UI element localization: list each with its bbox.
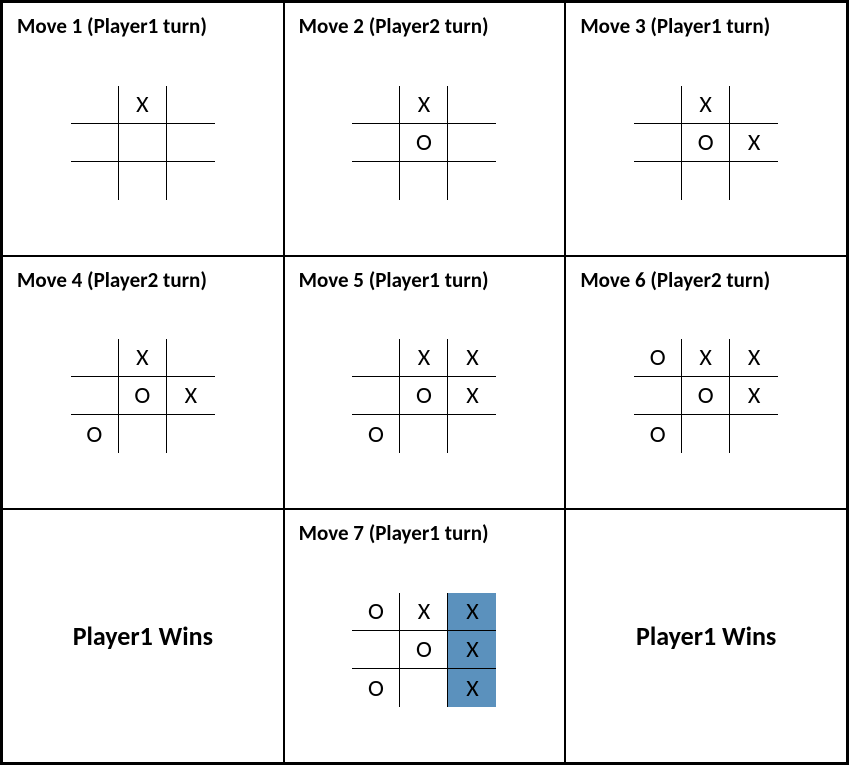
ttt-board: X X O X O — [352, 339, 496, 453]
board-wrap: X O X O — [17, 305, 269, 499]
cell-2-0: O — [352, 415, 400, 453]
cell-1-1: O — [400, 377, 448, 415]
ttt-board: O X X O X O X — [352, 593, 496, 707]
win-panel-left: Player1 Wins — [2, 509, 284, 763]
cell-1-1: O — [400, 124, 448, 162]
cell-0-2 — [448, 86, 496, 124]
cell-1-0 — [352, 631, 400, 669]
cell-1-2: X — [167, 377, 215, 415]
move-title: Move 5 (Player1 turn) — [299, 267, 551, 293]
board-wrap: X X O X O — [299, 305, 551, 499]
win-message: Player1 Wins — [580, 520, 832, 752]
cell-1-0 — [352, 377, 400, 415]
ttt-board: X O X O — [71, 339, 215, 453]
move-title: Move 4 (Player2 turn) — [17, 267, 269, 293]
cell-1-0 — [71, 377, 119, 415]
cell-2-0 — [634, 162, 682, 200]
cell-0-0 — [71, 339, 119, 377]
cell-2-0 — [71, 162, 119, 200]
move-panel-7: Move 7 (Player1 turn) O X X O X O X — [284, 509, 566, 763]
move-title: Move 6 (Player2 turn) — [580, 267, 832, 293]
cell-2-2 — [448, 162, 496, 200]
cell-1-2: X — [730, 124, 778, 162]
cell-0-2 — [730, 86, 778, 124]
cell-1-0 — [71, 124, 119, 162]
move-panel-3: Move 3 (Player1 turn) X O X — [565, 2, 847, 256]
cell-2-1 — [400, 162, 448, 200]
cell-2-1 — [400, 415, 448, 453]
cell-2-1 — [682, 415, 730, 453]
cell-0-1: X — [400, 86, 448, 124]
move-title: Move 2 (Player2 turn) — [299, 13, 551, 39]
cell-2-0 — [352, 162, 400, 200]
cell-0-0: O — [352, 593, 400, 631]
board-wrap: X O — [299, 51, 551, 245]
cell-0-0 — [634, 86, 682, 124]
cell-2-2: X — [448, 669, 496, 707]
cell-0-1: X — [119, 339, 167, 377]
move-title: Move 3 (Player1 turn) — [580, 13, 832, 39]
cell-1-1: O — [400, 631, 448, 669]
cell-0-1: X — [119, 86, 167, 124]
cell-2-1 — [400, 669, 448, 707]
cell-1-2: X — [448, 631, 496, 669]
cell-1-2: X — [730, 377, 778, 415]
ttt-board: X O — [352, 86, 496, 200]
cell-2-2 — [730, 415, 778, 453]
cell-0-2 — [167, 339, 215, 377]
move-panel-1: Move 1 (Player1 turn) X — [2, 2, 284, 256]
board-wrap: O X X O X O X — [299, 558, 551, 752]
cell-2-2 — [730, 162, 778, 200]
cell-0-0 — [352, 86, 400, 124]
cell-1-1: O — [682, 124, 730, 162]
board-wrap: O X X O X O — [580, 305, 832, 499]
cell-0-0: O — [634, 339, 682, 377]
move-panel-6: Move 6 (Player2 turn) O X X O X O — [565, 256, 847, 510]
cell-2-0: O — [352, 669, 400, 707]
move-title: Move 1 (Player1 turn) — [17, 13, 269, 39]
move-panel-4: Move 4 (Player2 turn) X O X O — [2, 256, 284, 510]
cell-0-2: X — [730, 339, 778, 377]
cell-1-0 — [352, 124, 400, 162]
cell-2-0: O — [71, 415, 119, 453]
win-message: Player1 Wins — [17, 520, 269, 752]
game-history-grid: Move 1 (Player1 turn) X Move 2 (Player2 … — [0, 0, 849, 765]
cell-2-1 — [119, 162, 167, 200]
cell-2-2 — [167, 162, 215, 200]
board-wrap: X — [17, 51, 269, 245]
win-panel-right: Player1 Wins — [565, 509, 847, 763]
cell-1-0 — [634, 377, 682, 415]
cell-0-0 — [71, 86, 119, 124]
ttt-board: X O X — [634, 86, 778, 200]
cell-2-1 — [682, 162, 730, 200]
cell-1-1: O — [119, 377, 167, 415]
ttt-board: X — [71, 86, 215, 200]
move-panel-5: Move 5 (Player1 turn) X X O X O — [284, 256, 566, 510]
cell-2-2 — [167, 415, 215, 453]
cell-0-2: X — [448, 339, 496, 377]
cell-1-2: X — [448, 377, 496, 415]
cell-2-0: O — [634, 415, 682, 453]
cell-0-1: X — [682, 86, 730, 124]
cell-0-1: X — [682, 339, 730, 377]
cell-1-1 — [119, 124, 167, 162]
cell-2-2 — [448, 415, 496, 453]
cell-1-2 — [448, 124, 496, 162]
move-panel-2: Move 2 (Player2 turn) X O — [284, 2, 566, 256]
board-wrap: X O X — [580, 51, 832, 245]
cell-0-2: X — [448, 593, 496, 631]
cell-0-1: X — [400, 593, 448, 631]
cell-1-2 — [167, 124, 215, 162]
cell-2-1 — [119, 415, 167, 453]
cell-0-0 — [352, 339, 400, 377]
cell-1-1: O — [682, 377, 730, 415]
cell-1-0 — [634, 124, 682, 162]
move-title: Move 7 (Player1 turn) — [299, 520, 551, 546]
cell-0-1: X — [400, 339, 448, 377]
ttt-board: O X X O X O — [634, 339, 778, 453]
cell-0-2 — [167, 86, 215, 124]
